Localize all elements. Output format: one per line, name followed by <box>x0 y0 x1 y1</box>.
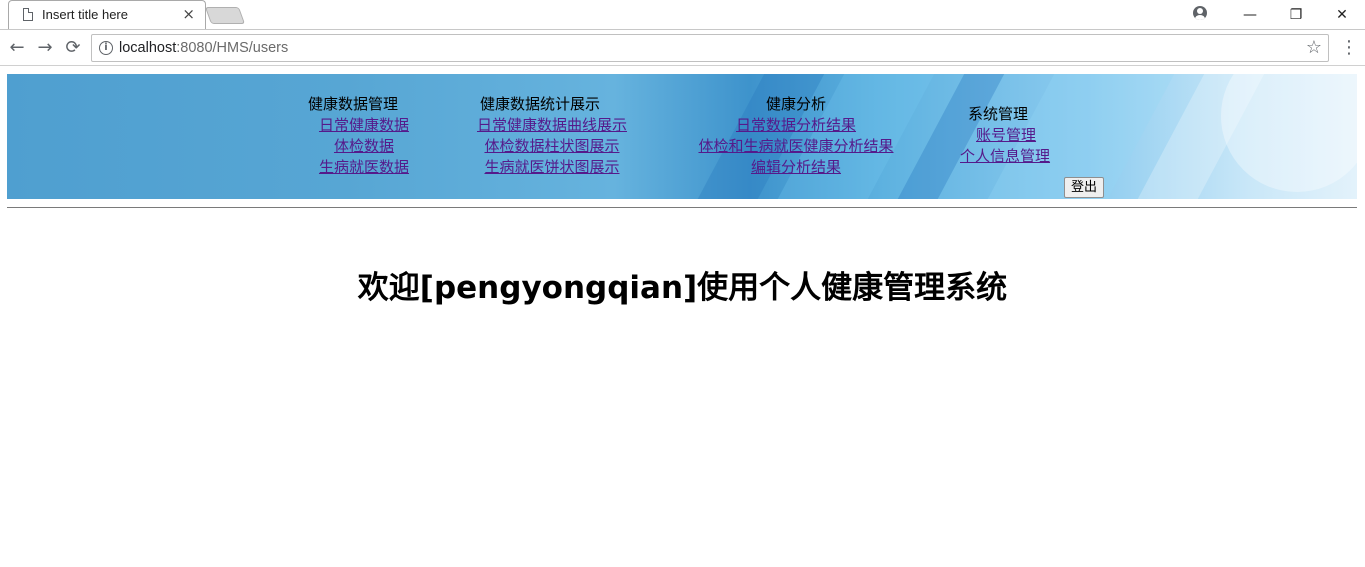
link-daily-health-data[interactable]: 日常健康数据 <box>300 115 428 136</box>
tab-close-icon[interactable]: × <box>182 5 195 23</box>
menu-system: 系统管理 账号管理 个人信息管理 <box>954 104 1064 167</box>
restore-icon[interactable]: ❐ <box>1273 0 1319 29</box>
browser-tabstrip: Insert title here × — ❐ ✕ <box>0 0 1365 29</box>
header-banner <box>7 74 1357 199</box>
tab-title: Insert title here <box>42 7 128 22</box>
close-window-icon[interactable]: ✕ <box>1319 0 1365 29</box>
browser-toolbar: ← → ⟳ i localhost:8080/HMS/users ☆ ⋮ <box>0 29 1365 65</box>
bookmark-star-icon[interactable]: ☆ <box>1306 37 1322 58</box>
welcome-heading: 欢迎[pengyongqian]使用个人健康管理系统 <box>357 270 1008 306</box>
menu-health-data: 健康数据管理 日常健康数据 体检数据 生病就医数据 <box>300 94 428 178</box>
link-personal-info-management[interactable]: 个人信息管理 <box>954 146 1064 167</box>
link-daily-analysis-result[interactable]: 日常数据分析结果 <box>688 115 904 136</box>
address-bar[interactable]: i localhost:8080/HMS/users ☆ <box>91 34 1329 62</box>
menu-analysis: 健康分析 日常数据分析结果 体检和生病就医健康分析结果 编辑分析结果 <box>688 94 904 178</box>
menu-statistics: 健康数据统计展示 日常健康数据曲线展示 体检数据柱状图展示 生病就医饼状图展示 <box>466 94 638 178</box>
new-tab-button[interactable] <box>204 7 246 24</box>
banner-circle-decoration <box>1221 74 1357 192</box>
menu-heading-analysis: 健康分析 <box>765 95 826 113</box>
reload-icon[interactable]: ⟳ <box>62 37 84 59</box>
link-account-management[interactable]: 账号管理 <box>954 125 1064 146</box>
link-edit-analysis-result[interactable]: 编辑分析结果 <box>688 157 904 178</box>
menu-heading-health-data: 健康数据管理 <box>308 95 399 113</box>
menu-heading-statistics: 健康数据统计展示 <box>480 95 601 113</box>
url-path: :8080/HMS/users <box>176 40 289 56</box>
url-host: localhost <box>119 40 177 56</box>
url-text: localhost:8080/HMS/users <box>119 40 288 56</box>
window-controls: — ❐ ✕ <box>1227 0 1365 29</box>
profile-icon[interactable] <box>1193 6 1207 20</box>
header-divider <box>7 207 1357 208</box>
link-checkup-illness-analysis[interactable]: 体检和生病就医健康分析结果 <box>688 136 904 157</box>
link-illness-data[interactable]: 生病就医数据 <box>300 157 428 178</box>
browser-menu-icon[interactable]: ⋮ <box>1340 37 1358 59</box>
back-arrow-icon[interactable]: ← <box>6 37 28 59</box>
logout-button[interactable]: 登出 <box>1064 177 1105 198</box>
document-icon <box>23 8 33 21</box>
minimize-icon[interactable]: — <box>1227 0 1273 29</box>
link-daily-curve-chart[interactable]: 日常健康数据曲线展示 <box>466 115 638 136</box>
forward-arrow-icon[interactable]: → <box>34 37 56 59</box>
link-illness-pie-chart[interactable]: 生病就医饼状图展示 <box>466 157 638 178</box>
info-icon[interactable]: i <box>99 41 113 55</box>
browser-tab[interactable]: Insert title here × <box>8 0 206 29</box>
link-checkup-bar-chart[interactable]: 体检数据柱状图展示 <box>466 136 638 157</box>
menu-heading-system: 系统管理 <box>968 105 1029 123</box>
chrome-divider <box>0 65 1365 66</box>
link-checkup-data[interactable]: 体检数据 <box>300 136 428 157</box>
